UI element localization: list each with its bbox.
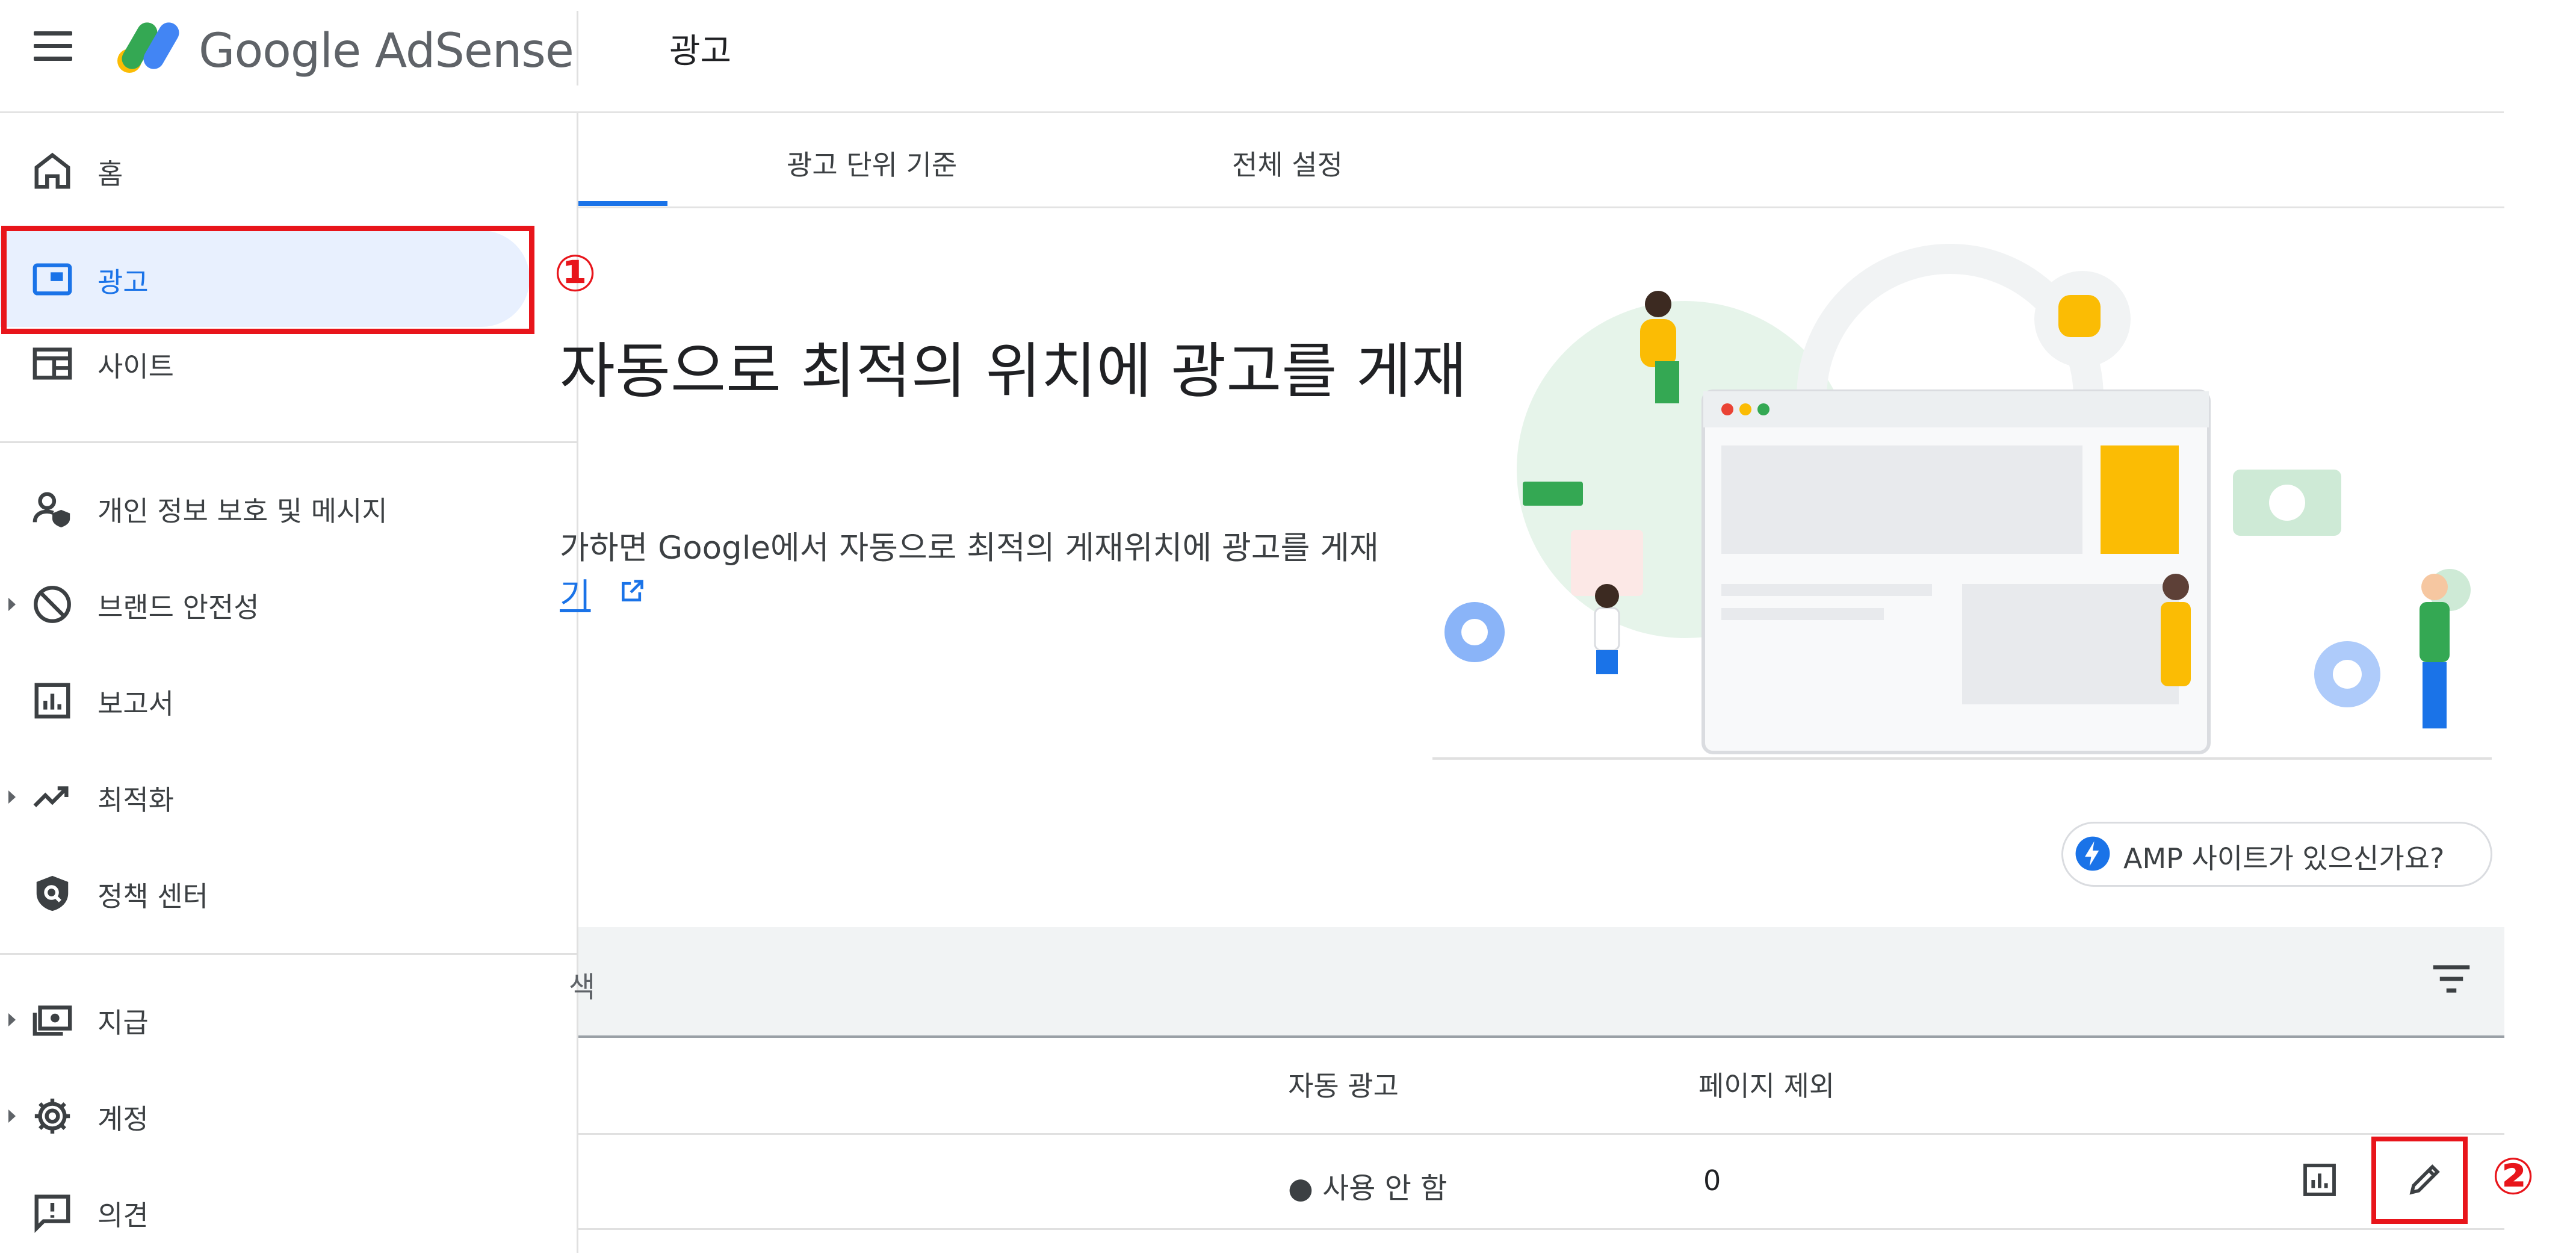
table-toolbar: [578, 927, 2504, 1038]
expand-arrow-icon[interactable]: [8, 790, 16, 804]
annotation-step-2: ②: [2492, 1147, 2535, 1206]
hero-description: 가하면 Google에서 자동으로 최적의 게재위치에 광고를 게재: [560, 530, 1379, 566]
privacy-icon: [33, 492, 70, 528]
expand-arrow-icon[interactable]: [8, 1109, 16, 1123]
header-divider: [577, 11, 578, 85]
learn-more-link[interactable]: 기: [560, 569, 591, 618]
table-divider: [578, 1228, 2504, 1230]
sidebar-item-brand-safety[interactable]: 브랜드 안전성: [0, 556, 530, 652]
page-title: 광고: [669, 32, 732, 71]
gear-icon: [34, 1098, 70, 1134]
expand-arrow-icon[interactable]: [8, 598, 16, 611]
sidebar-item-reports[interactable]: 보고서: [0, 652, 530, 748]
sidebar-item-label: 브랜드 안전성: [98, 591, 259, 624]
table-divider: [578, 1133, 2504, 1135]
adsense-logo: [117, 22, 179, 73]
sidebar-item-label: 보고서: [98, 687, 174, 720]
sidebar-item-policy-center[interactable]: 정책 센터: [0, 845, 530, 941]
amp-chip-label: AMP 사이트가 있으신가요?: [2123, 842, 2445, 875]
tab-bar: 광고 단위 기준 전체 설정: [578, 113, 2504, 208]
amp-lightning-icon: [2075, 836, 2110, 871]
sidebar-item-payments[interactable]: 지급: [0, 971, 530, 1067]
sidebar-item-privacy[interactable]: 개인 정보 보호 및 메시지: [0, 459, 530, 556]
expand-arrow-icon[interactable]: [8, 1013, 16, 1026]
sidebar-item-label: 홈: [98, 158, 123, 190]
annotation-highlight-ads: [1, 226, 534, 334]
trending-icon: [33, 786, 69, 807]
sidebar-item-label: 개인 정보 보호 및 메시지: [98, 495, 388, 527]
column-header-page-exclusion[interactable]: 페이지 제외: [1698, 1064, 1834, 1104]
sidebar-item-feedback[interactable]: 의견: [0, 1164, 530, 1260]
block-icon: [34, 586, 71, 623]
hamburger-menu-icon[interactable]: [34, 31, 72, 61]
sidebar-item-account[interactable]: 계정: [0, 1067, 530, 1164]
annotation-highlight-edit: [2371, 1137, 2468, 1224]
filter-icon[interactable]: [2432, 963, 2471, 995]
home-icon: [34, 152, 70, 189]
tab-by-ad-unit[interactable]: 광고 단위 기준: [787, 143, 957, 183]
annotation-step-1: ①: [554, 244, 597, 303]
sidebar-item-label: 계정: [98, 1103, 149, 1135]
sidebar-divider: [0, 441, 577, 443]
brand-name: Google AdSense: [199, 24, 574, 78]
active-tab-indicator: [578, 201, 667, 206]
search-input[interactable]: 색: [569, 963, 595, 1005]
sidebar-item-label: 지급: [98, 1007, 149, 1039]
auto-ads-illustration: [1432, 244, 2492, 760]
feedback-icon: [34, 1194, 70, 1233]
tab-global-settings[interactable]: 전체 설정: [1232, 143, 1343, 183]
column-header-auto-ads[interactable]: 자동 광고: [1288, 1064, 1399, 1104]
policy-shield-icon: [36, 875, 69, 911]
sites-icon: [33, 347, 72, 380]
report-icon: [34, 683, 70, 719]
sidebar-item-label: 의견: [98, 1199, 149, 1232]
auto-ads-status: ● 사용 안 함: [1288, 1172, 1447, 1205]
sidebar-item-label: 최적화: [98, 784, 174, 816]
sidebar-divider: [0, 953, 577, 955]
payments-icon: [33, 1005, 72, 1036]
sidebar-item-optimization[interactable]: 최적화: [0, 748, 530, 845]
hero-title: 자동으로 최적의 위치에 광고를 게재: [560, 336, 1467, 406]
open-in-new-icon[interactable]: [619, 578, 645, 604]
sidebar-item-label: 정책 센터: [98, 880, 208, 913]
sidebar-item-label: 사이트: [98, 350, 174, 383]
page-exclusion-count: 0: [1703, 1164, 1721, 1197]
report-icon[interactable]: [2300, 1161, 2339, 1199]
sidebar-item-home[interactable]: 홈: [0, 122, 530, 219]
